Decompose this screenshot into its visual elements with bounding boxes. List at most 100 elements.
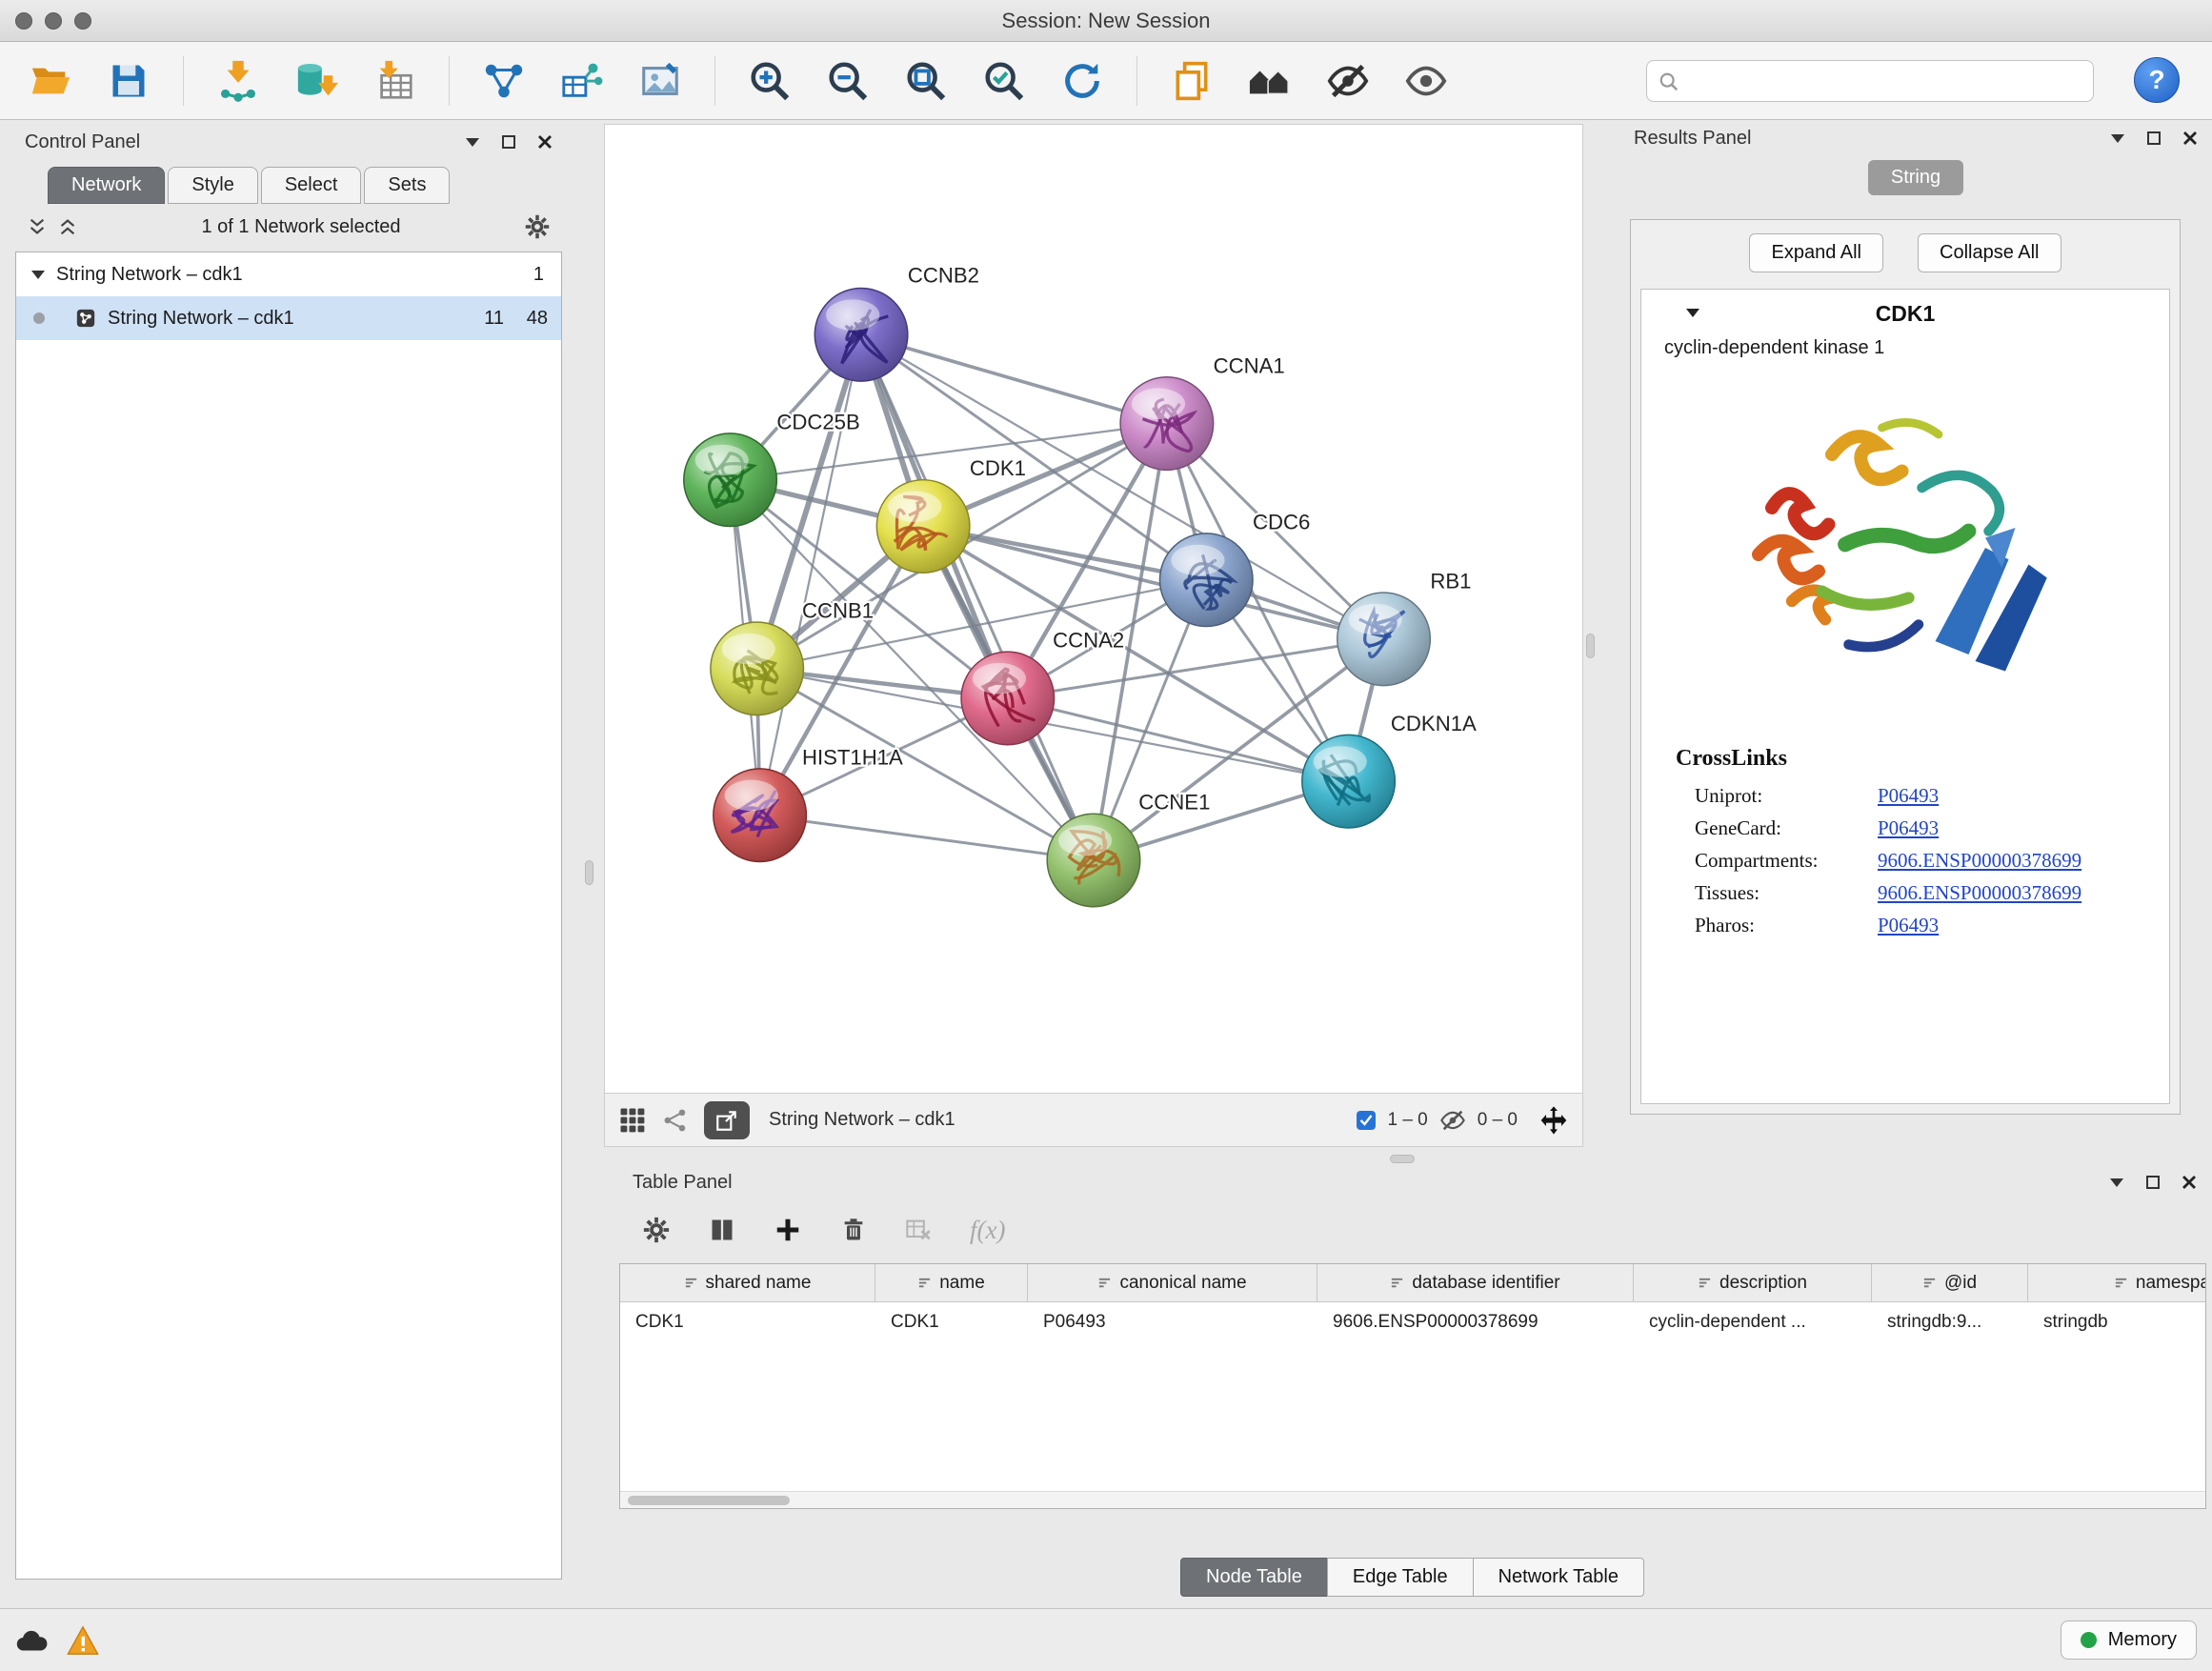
- horizontal-splitter-handle[interactable]: [1390, 1155, 1415, 1163]
- add-row-icon[interactable]: [774, 1216, 802, 1244]
- network-node-RB1[interactable]: [1337, 593, 1431, 686]
- close-panel-icon[interactable]: [2182, 1175, 2197, 1190]
- memory-button[interactable]: Memory: [2061, 1621, 2197, 1660]
- crosslink-link[interactable]: 9606.ENSP00000378699: [1878, 876, 2081, 909]
- tree-expand-icon[interactable]: [31, 270, 45, 280]
- crosslink-link[interactable]: P06493: [1878, 779, 1939, 812]
- import-table-button[interactable]: [367, 53, 422, 109]
- zoom-in-button[interactable]: [742, 53, 797, 109]
- network-node-CCNB2[interactable]: [814, 289, 908, 382]
- cell-shared-name[interactable]: CDK1: [620, 1312, 875, 1333]
- new-network-button[interactable]: [476, 53, 532, 109]
- expand-all-button[interactable]: Expand All: [1749, 233, 1883, 272]
- network-node-CCNB1[interactable]: [711, 622, 804, 715]
- zoom-selected-button[interactable]: [976, 53, 1032, 109]
- tab-style[interactable]: Style: [168, 167, 257, 204]
- warning-icon[interactable]: [67, 1625, 99, 1656]
- network-node-CDC25B[interactable]: [684, 433, 777, 527]
- zoom-out-button[interactable]: [820, 53, 875, 109]
- vertical-splitter-handle[interactable]: [1586, 634, 1595, 658]
- panel-menu-icon[interactable]: [2109, 1177, 2124, 1188]
- zoom-window-button[interactable]: [74, 12, 91, 30]
- close-window-button[interactable]: [15, 12, 32, 30]
- hide-glasses-button[interactable]: [1320, 53, 1376, 109]
- close-panel-icon[interactable]: [537, 134, 553, 150]
- help-button[interactable]: ?: [2134, 57, 2180, 103]
- open-in-window-button[interactable]: [704, 1101, 750, 1139]
- show-eye-button[interactable]: [1398, 53, 1454, 109]
- network-from-table-button[interactable]: [554, 53, 610, 109]
- tab-select[interactable]: Select: [261, 167, 362, 204]
- window-controls[interactable]: [15, 12, 91, 30]
- float-panel-icon[interactable]: [2146, 131, 2162, 146]
- horizontal-scrollbar[interactable]: [620, 1491, 2205, 1508]
- cell-canonical-name[interactable]: P06493: [1028, 1312, 1317, 1333]
- expand-all-icon[interactable]: [57, 216, 78, 237]
- crosslink-link[interactable]: P06493: [1878, 909, 1939, 941]
- cell-database-identifier[interactable]: 9606.ENSP00000378699: [1317, 1312, 1634, 1333]
- zoom-fit-button[interactable]: [898, 53, 954, 109]
- table-row[interactable]: CDK1 CDK1 P06493 9606.ENSP00000378699 cy…: [620, 1302, 2206, 1342]
- network-collection-row[interactable]: String Network – cdk1 1: [16, 252, 561, 296]
- collapse-all-icon[interactable]: [27, 216, 48, 237]
- pan-crosshair-icon[interactable]: [1538, 1105, 1569, 1136]
- table-settings-gear-icon[interactable]: [642, 1216, 671, 1244]
- close-panel-icon[interactable]: [2182, 131, 2198, 146]
- network-row[interactable]: String Network – cdk1 11 48: [16, 296, 561, 340]
- open-session-button[interactable]: [23, 53, 78, 109]
- tab-sets[interactable]: Sets: [364, 167, 450, 204]
- tab-network[interactable]: Network: [48, 167, 165, 204]
- network-node-CDKN1A[interactable]: [1302, 735, 1396, 828]
- birdseye-grid-icon[interactable]: [618, 1106, 647, 1135]
- column-header[interactable]: namespace: [2028, 1264, 2206, 1301]
- double-house-button[interactable]: [1242, 53, 1297, 109]
- column-header[interactable]: description: [1634, 1264, 1872, 1301]
- crosslink-link[interactable]: 9606.ENSP00000378699: [1878, 844, 2081, 876]
- network-graph[interactable]: CCNB2CCNA1CDC25BCDK1CDC6RB1CCNB1CCNA2CDK…: [605, 125, 1582, 1093]
- cell-namespace[interactable]: stringdb: [2028, 1312, 2206, 1333]
- column-header[interactable]: @id: [1872, 1264, 2028, 1301]
- tab-network-table[interactable]: Network Table: [1473, 1558, 1644, 1597]
- panel-menu-icon[interactable]: [2110, 132, 2125, 144]
- cell-id[interactable]: stringdb:9...: [1872, 1312, 2028, 1333]
- show-columns-icon[interactable]: [709, 1217, 735, 1243]
- delete-row-icon[interactable]: [840, 1217, 867, 1243]
- copy-button[interactable]: [1164, 53, 1219, 109]
- column-header[interactable]: canonical name: [1028, 1264, 1317, 1301]
- apply-layout-button[interactable]: [1055, 53, 1110, 109]
- collapse-section-icon[interactable]: [1685, 307, 1700, 318]
- export-image-button[interactable]: [633, 53, 688, 109]
- tab-edge-table[interactable]: Edge Table: [1327, 1558, 1474, 1597]
- column-header[interactable]: shared name: [620, 1264, 875, 1301]
- network-node-CCNA1[interactable]: [1120, 377, 1214, 471]
- float-panel-icon[interactable]: [2145, 1175, 2161, 1190]
- network-node-CDK1[interactable]: [876, 480, 970, 574]
- import-network-database-button[interactable]: [289, 53, 344, 109]
- vertical-splitter-handle[interactable]: [585, 860, 593, 885]
- network-options-gear-icon[interactable]: [524, 213, 551, 240]
- panel-menu-icon[interactable]: [465, 136, 480, 148]
- float-panel-icon[interactable]: [501, 134, 516, 150]
- network-node-CCNE1[interactable]: [1047, 814, 1140, 907]
- string-tab[interactable]: String: [1868, 160, 1963, 195]
- save-session-button[interactable]: [101, 53, 156, 109]
- network-node-CCNA2[interactable]: [961, 652, 1055, 745]
- network-canvas[interactable]: CCNB2CCNA1CDC25BCDK1CDC6RB1CCNB1CCNA2CDK…: [604, 124, 1583, 1094]
- share-network-icon[interactable]: [662, 1107, 689, 1134]
- import-network-file-button[interactable]: [211, 53, 266, 109]
- minimize-window-button[interactable]: [45, 12, 62, 30]
- selected-nodes-checkbox[interactable]: [1357, 1111, 1376, 1130]
- cloud-icon[interactable]: [15, 1626, 50, 1655]
- network-node-CDC6[interactable]: [1159, 534, 1253, 627]
- column-header[interactable]: name: [875, 1264, 1028, 1301]
- scrollbar-thumb[interactable]: [628, 1496, 790, 1505]
- cell-name[interactable]: CDK1: [875, 1312, 1028, 1333]
- cell-description[interactable]: cyclin-dependent ...: [1634, 1312, 1872, 1333]
- hidden-eye-slash-icon[interactable]: [1439, 1107, 1466, 1134]
- search-input[interactable]: [1687, 70, 2093, 92]
- network-node-HIST1H1A[interactable]: [714, 769, 807, 862]
- column-header[interactable]: database identifier: [1317, 1264, 1634, 1301]
- collapse-all-button[interactable]: Collapse All: [1918, 233, 2061, 272]
- crosslink-link[interactable]: P06493: [1878, 812, 1939, 844]
- tab-node-table[interactable]: Node Table: [1180, 1558, 1328, 1597]
